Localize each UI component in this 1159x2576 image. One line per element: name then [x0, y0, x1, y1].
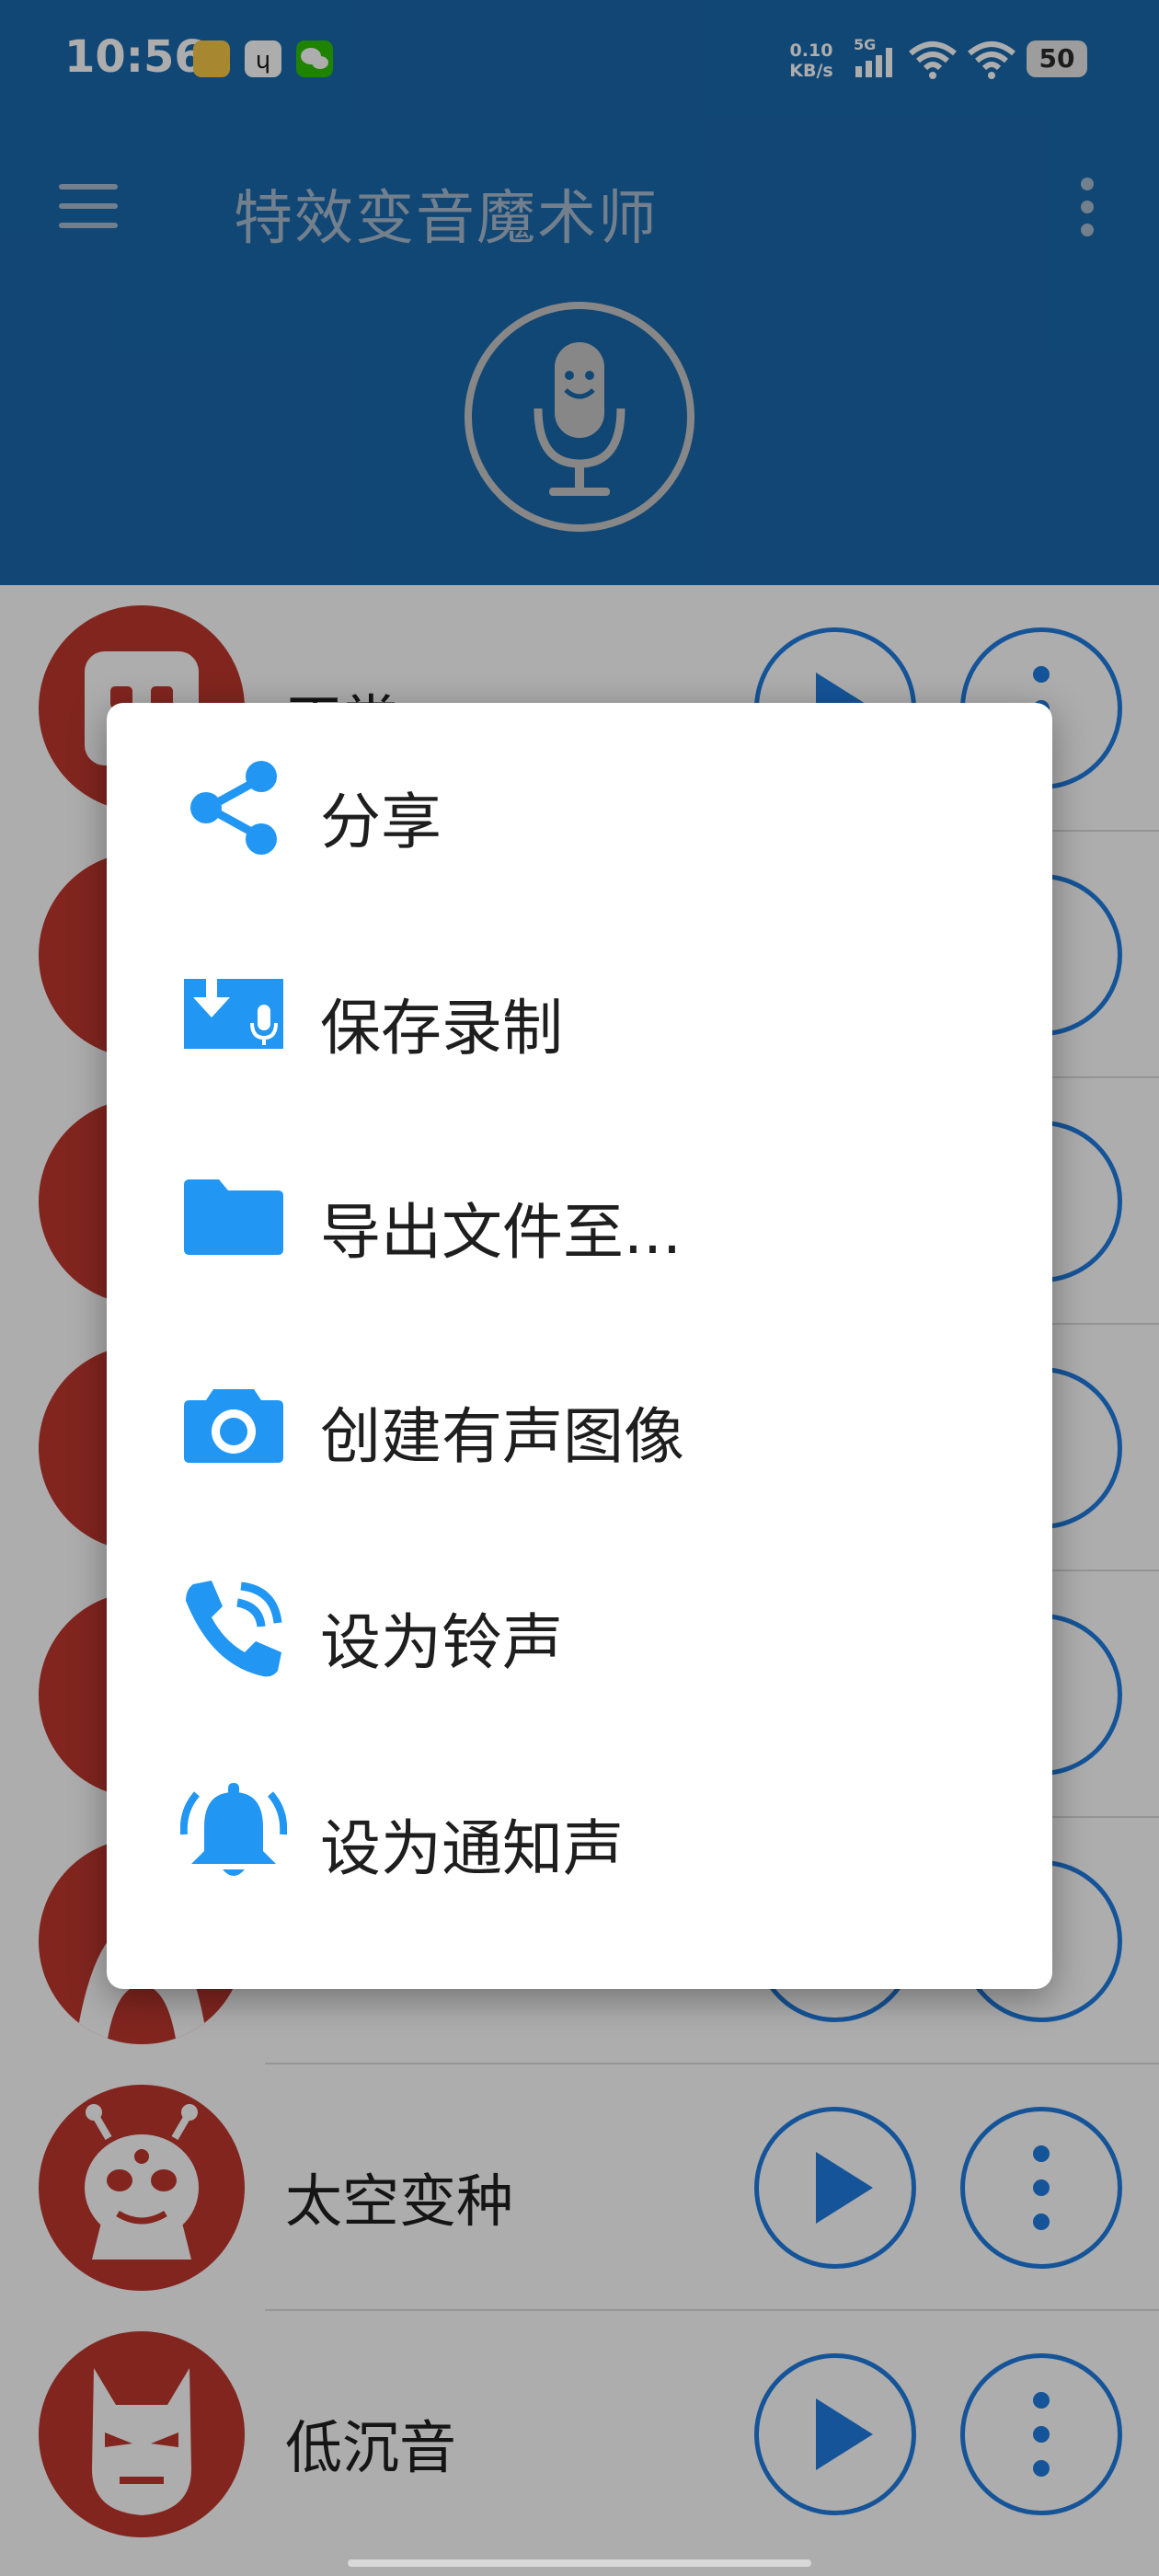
home-indicator[interactable] — [348, 2559, 811, 2567]
menu-label: 导出文件至... — [320, 1197, 682, 1268]
menu-label: 设为通知声 — [320, 1813, 624, 1884]
share-icon — [190, 761, 277, 855]
menu-item-share[interactable]: 分享 — [107, 703, 1052, 909]
menu-item-create-sound-image[interactable]: 创建有声图像 — [107, 1317, 1052, 1524]
menu-item-set-ringtone[interactable]: 设为铃声 — [107, 1524, 1052, 1730]
menu-label: 设为铃声 — [320, 1607, 563, 1678]
save-recording-icon — [184, 970, 283, 1049]
menu-item-export-file[interactable]: 导出文件至... — [107, 1113, 1052, 1319]
menu-label: 创建有声图像 — [320, 1401, 684, 1472]
camera-icon — [184, 1389, 283, 1463]
notification-bell-icon — [180, 1783, 287, 1876]
folder-icon — [184, 1179, 283, 1255]
menu-label: 保存录制 — [320, 993, 563, 1064]
context-menu-dialog: 分享 保存录制 导出文件至... 创建有声图像 设为铃声 设为通知声 — [107, 703, 1052, 1989]
ringtone-phone-icon — [186, 1581, 282, 1677]
menu-item-save-recording[interactable]: 保存录制 — [107, 909, 1052, 1115]
menu-label: 分享 — [320, 787, 442, 857]
menu-item-set-notification[interactable]: 设为通知声 — [107, 1730, 1052, 1936]
